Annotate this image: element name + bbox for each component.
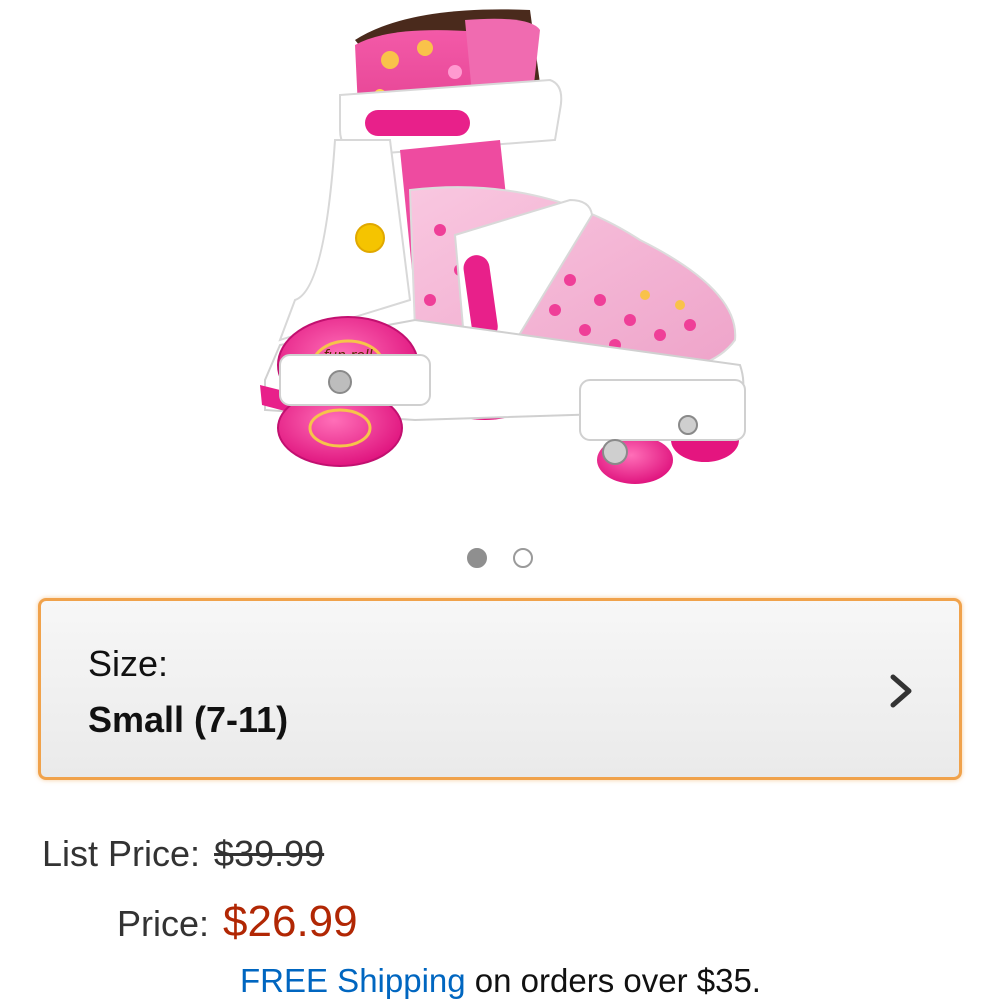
chevron-right-icon — [890, 674, 912, 708]
carousel-dot-2[interactable] — [513, 548, 533, 568]
size-value: Small (7-11) — [88, 699, 289, 740]
size-label: Size: — [88, 643, 169, 684]
free-shipping-link[interactable]: FREE Shipping — [240, 962, 466, 999]
roller-skate-image: fun roll — [260, 9, 746, 484]
size-selector-button[interactable]: Size: Small (7-11) — [38, 598, 962, 780]
shipping-info: FREE Shipping on orders over $35. — [240, 962, 761, 1000]
image-carousel-indicator — [0, 548, 1000, 568]
price-row: Price: $26.99 — [117, 897, 358, 947]
shipping-terms: on orders over $35. — [465, 962, 761, 999]
price-value: $26.99 — [223, 897, 358, 946]
list-price-value: $39.99 — [214, 833, 325, 874]
carousel-dot-1[interactable] — [467, 548, 487, 568]
product-image[interactable]: fun roll — [240, 0, 760, 500]
list-price-row: List Price: $39.99 — [42, 833, 324, 875]
list-price-label: List Price: — [42, 833, 201, 874]
price-label: Price: — [117, 903, 210, 944]
